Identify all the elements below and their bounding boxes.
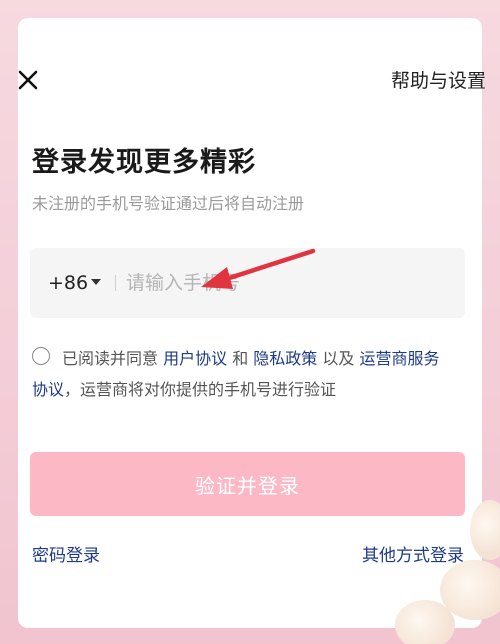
verify-login-button[interactable]: 验证并登录 xyxy=(30,452,465,516)
login-card: 帮助与设置 登录发现更多精彩 未注册的手机号验证通过后将自动注册 +86 已阅读… xyxy=(18,18,486,628)
field-divider xyxy=(115,275,116,291)
privacy-policy-link[interactable]: 隐私政策 xyxy=(253,349,317,368)
country-code-selector[interactable]: +86 xyxy=(48,248,88,318)
flower-petal-decoration xyxy=(395,600,455,644)
top-bar: 帮助与设置 xyxy=(18,66,486,106)
user-agreement-link[interactable]: 用户协议 xyxy=(163,349,227,368)
agreement-text: 已阅读并同意 用户协议 和 隐私政策 以及 运营商服务协议，运营商将对你提供的手… xyxy=(32,343,452,405)
agreement-suffix: ，运营商将对你提供的手机号进行验证 xyxy=(64,380,337,399)
close-icon[interactable] xyxy=(14,66,44,96)
page-subtitle: 未注册的手机号验证通过后将自动注册 xyxy=(32,194,305,213)
page-title: 登录发现更多精彩 xyxy=(32,147,256,178)
agreement-and: 和 xyxy=(227,349,254,368)
agreement-prefix: 已阅读并同意 xyxy=(62,349,164,368)
phone-field: +86 xyxy=(30,248,465,318)
other-login-link[interactable]: 其他方式登录 xyxy=(362,541,464,566)
help-settings-link[interactable]: 帮助与设置 xyxy=(391,66,486,96)
phone-input[interactable] xyxy=(126,265,446,301)
caret-down-icon[interactable] xyxy=(91,279,101,285)
password-login-link[interactable]: 密码登录 xyxy=(32,541,100,566)
agreement-and-2: 以及 xyxy=(317,349,360,368)
